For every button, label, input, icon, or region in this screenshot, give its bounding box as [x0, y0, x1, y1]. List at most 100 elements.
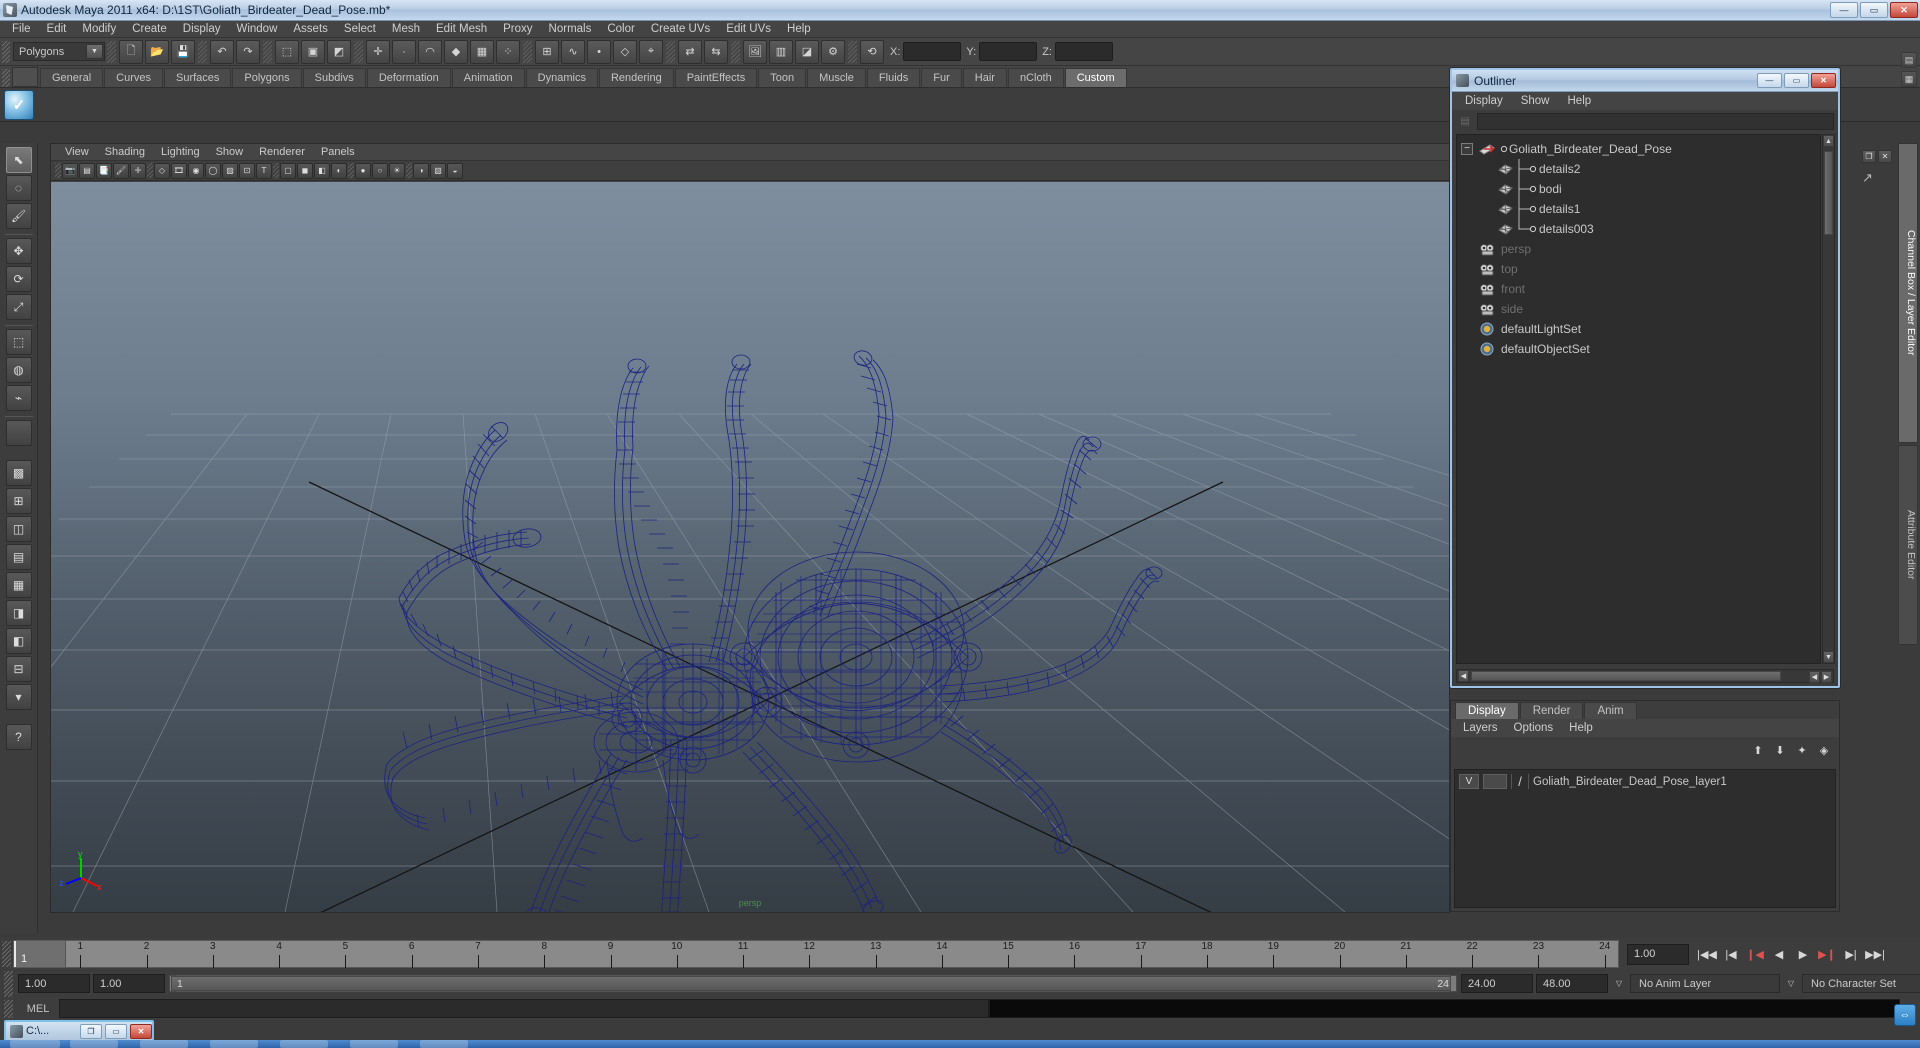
command-language-label[interactable]: MEL [17, 1003, 59, 1015]
select-by-hierarchy-icon[interactable]: ⬚ [275, 39, 299, 64]
range-start-time-field[interactable]: 1.00 [93, 974, 165, 993]
vertical-tab-attribute-editor[interactable]: Attribute Editor [1898, 445, 1918, 645]
field-chart-icon[interactable]: ▨ [222, 162, 238, 179]
custom-shelf-item-icon[interactable]: ✓ [4, 89, 34, 120]
undo-icon[interactable]: ↶ [210, 39, 234, 64]
shelf-tab-animation[interactable]: Animation [451, 68, 525, 87]
shelf-tab-muscle[interactable]: Muscle [807, 68, 866, 87]
save-scene-icon[interactable]: 💾 [171, 39, 195, 64]
outliner-search-input[interactable] [1477, 112, 1834, 130]
shelf-tab-subdivs[interactable]: Subdivs [302, 68, 366, 87]
time-slider-grip[interactable] [2, 941, 11, 967]
component-handle-icon[interactable]: ✛ [366, 39, 390, 64]
step-back-frame-button[interactable]: ❙◀ [1745, 944, 1765, 964]
filter-icon[interactable]: ▤ [1456, 113, 1474, 129]
layer-editor-tab-anim[interactable]: Anim [1584, 702, 1637, 719]
scroll-up-icon[interactable]: ▲ [1823, 135, 1834, 147]
layer-menu-options[interactable]: Options [1506, 719, 1562, 737]
quick-layout-graph-button[interactable]: ◨ [5, 600, 32, 626]
bookmark-icon[interactable]: 📑 [96, 162, 112, 179]
menu-item-edit-mesh[interactable]: Edit Mesh [428, 21, 495, 38]
input-connections-icon[interactable]: ⇄ [678, 39, 702, 64]
outliner-menu-help[interactable]: Help [1559, 92, 1601, 110]
open-scene-icon[interactable]: 📂 [145, 39, 169, 64]
time-slider-cursor[interactable]: 1 [14, 941, 66, 967]
render-settings-icon[interactable]: ⚙ [821, 39, 845, 64]
shaded-textured-icon[interactable]: ● [355, 162, 371, 179]
taskbar-item[interactable] [140, 1040, 188, 1048]
menu-item-display[interactable]: Display [175, 21, 229, 38]
outliner-horizontal-scrollbar[interactable]: ◀ ◀ ▶ [1456, 669, 1834, 683]
expand-collapse-icon[interactable]: − [1461, 143, 1473, 155]
component-uv-icon[interactable]: ▦ [470, 39, 494, 64]
step-back-key-button[interactable]: |◀ [1721, 944, 1741, 964]
outliner-item-defaultobjectset[interactable]: defaultObjectSet [1457, 339, 1820, 359]
last-tool-used-button[interactable]: ⌁ [5, 385, 32, 411]
layer-menu-help[interactable]: Help [1561, 719, 1601, 737]
channelbox-close-button[interactable]: ✕ [1878, 150, 1892, 163]
paint-select-tool-button[interactable]: 🖌 [5, 203, 32, 229]
viewport-menu-panels[interactable]: Panels [313, 144, 363, 161]
select-by-component-icon[interactable]: ◩ [327, 39, 351, 64]
scale-tool-button[interactable]: ⤢ [5, 294, 32, 320]
shelf-tab-toon[interactable]: Toon [758, 68, 807, 87]
taskbar-item[interactable] [210, 1040, 258, 1048]
select-by-object-icon[interactable]: ▣ [301, 39, 325, 64]
close-button[interactable]: ✕ [1890, 2, 1918, 18]
layer-editor-tab-render[interactable]: Render [1519, 702, 1584, 719]
use-default-lighting-icon[interactable]: ○ [372, 162, 388, 179]
two-d-pan-zoom-icon[interactable]: ✛ [130, 162, 146, 179]
text-display-icon[interactable]: T [256, 162, 272, 179]
shelf-tab-curves[interactable]: Curves [104, 68, 163, 87]
move-tool-button[interactable]: ✥ [5, 238, 32, 264]
shelf-tab-rendering[interactable]: Rendering [598, 68, 674, 87]
outliner-item-goliath_birdeater_dead_pose[interactable]: − Goliath_Birdeater_Dead_Pose [1457, 139, 1820, 159]
play-backwards-button[interactable]: ◀ [1769, 944, 1789, 964]
outliner-menu-show[interactable]: Show [1512, 92, 1559, 110]
coord-y-field[interactable] [979, 42, 1038, 61]
step-forward-frame-button[interactable]: ▶❙ [1817, 944, 1837, 964]
vertical-tab-channel-box-layer-editor[interactable]: Channel Box / Layer Editor [1898, 143, 1918, 443]
taskbar-item[interactable] [280, 1040, 328, 1048]
quick-layout-outliner-button[interactable]: ◫ [5, 516, 32, 542]
range-end-time-field[interactable]: 24.00 [1461, 974, 1533, 993]
animation-start-time-field[interactable]: 1.00 [18, 974, 90, 993]
layer-list[interactable]: V / Goliath_Birdeater_Dead_Pose_layer1 [1454, 769, 1836, 908]
quick-layout-persp-button[interactable]: ▤ [5, 544, 32, 570]
console-restore-button[interactable]: ❐ [80, 1023, 102, 1039]
quick-layout-more-button[interactable]: ▾ [5, 684, 32, 710]
outliner-item-details1[interactable]: details1 [1457, 199, 1820, 219]
step-forward-key-button[interactable]: ▶| [1841, 944, 1861, 964]
layer-color-swatch[interactable]: / [1511, 774, 1529, 789]
new-layer-icon[interactable]: ✦ [1793, 741, 1811, 759]
shelf-tab-ncloth[interactable]: nCloth [1007, 68, 1064, 87]
shelf-tab-hair[interactable]: Hair [962, 68, 1007, 87]
go-to-start-button[interactable]: |◀◀ [1697, 944, 1717, 964]
script-editor-icon[interactable]: ⇔ [1894, 1004, 1916, 1026]
outliner-menu-display[interactable]: Display [1456, 92, 1512, 110]
use-all-lights-icon[interactable]: ☀ [389, 162, 405, 179]
move-layer-down-icon[interactable]: ⬇ [1771, 741, 1789, 759]
component-vertex-icon[interactable]: ⁘ [496, 39, 520, 64]
coord-x-field[interactable] [903, 42, 962, 61]
channelbox-restore-button[interactable]: ❐ [1862, 150, 1876, 163]
taskbar-item[interactable] [350, 1040, 398, 1048]
minimize-button[interactable]: — [1830, 2, 1858, 18]
viewport-menu-view[interactable]: View [57, 144, 97, 161]
animation-end-time-field[interactable]: 48.00 [1536, 974, 1608, 993]
grid-display-icon[interactable]: ◇ [154, 162, 170, 179]
character-set-select[interactable]: No Character Set [1802, 974, 1920, 993]
outliner-tree[interactable]: − Goliath_Birdeater_Dead_Pose details2 bodi… [1456, 134, 1821, 664]
command-line-grip[interactable] [4, 999, 13, 1018]
menu-item-help[interactable]: Help [779, 21, 819, 38]
selection-mode-dropdown[interactable]: Polygons ▼ [13, 42, 105, 61]
anim-layer-chevron-icon[interactable]: ▽ [1611, 974, 1627, 993]
taskbar-item[interactable] [420, 1040, 468, 1048]
menu-item-create[interactable]: Create [124, 21, 175, 38]
select-camera-icon[interactable]: 📷 [62, 162, 78, 179]
shelf-tab-dynamics[interactable]: Dynamics [525, 68, 598, 87]
image-plane-icon[interactable]: 🖌 [113, 162, 129, 179]
snap-view-plane-icon[interactable]: ◇ [613, 39, 637, 64]
scroll-down-icon[interactable]: ▼ [1823, 651, 1834, 663]
ipr-render-icon[interactable]: ◪ [795, 39, 819, 64]
